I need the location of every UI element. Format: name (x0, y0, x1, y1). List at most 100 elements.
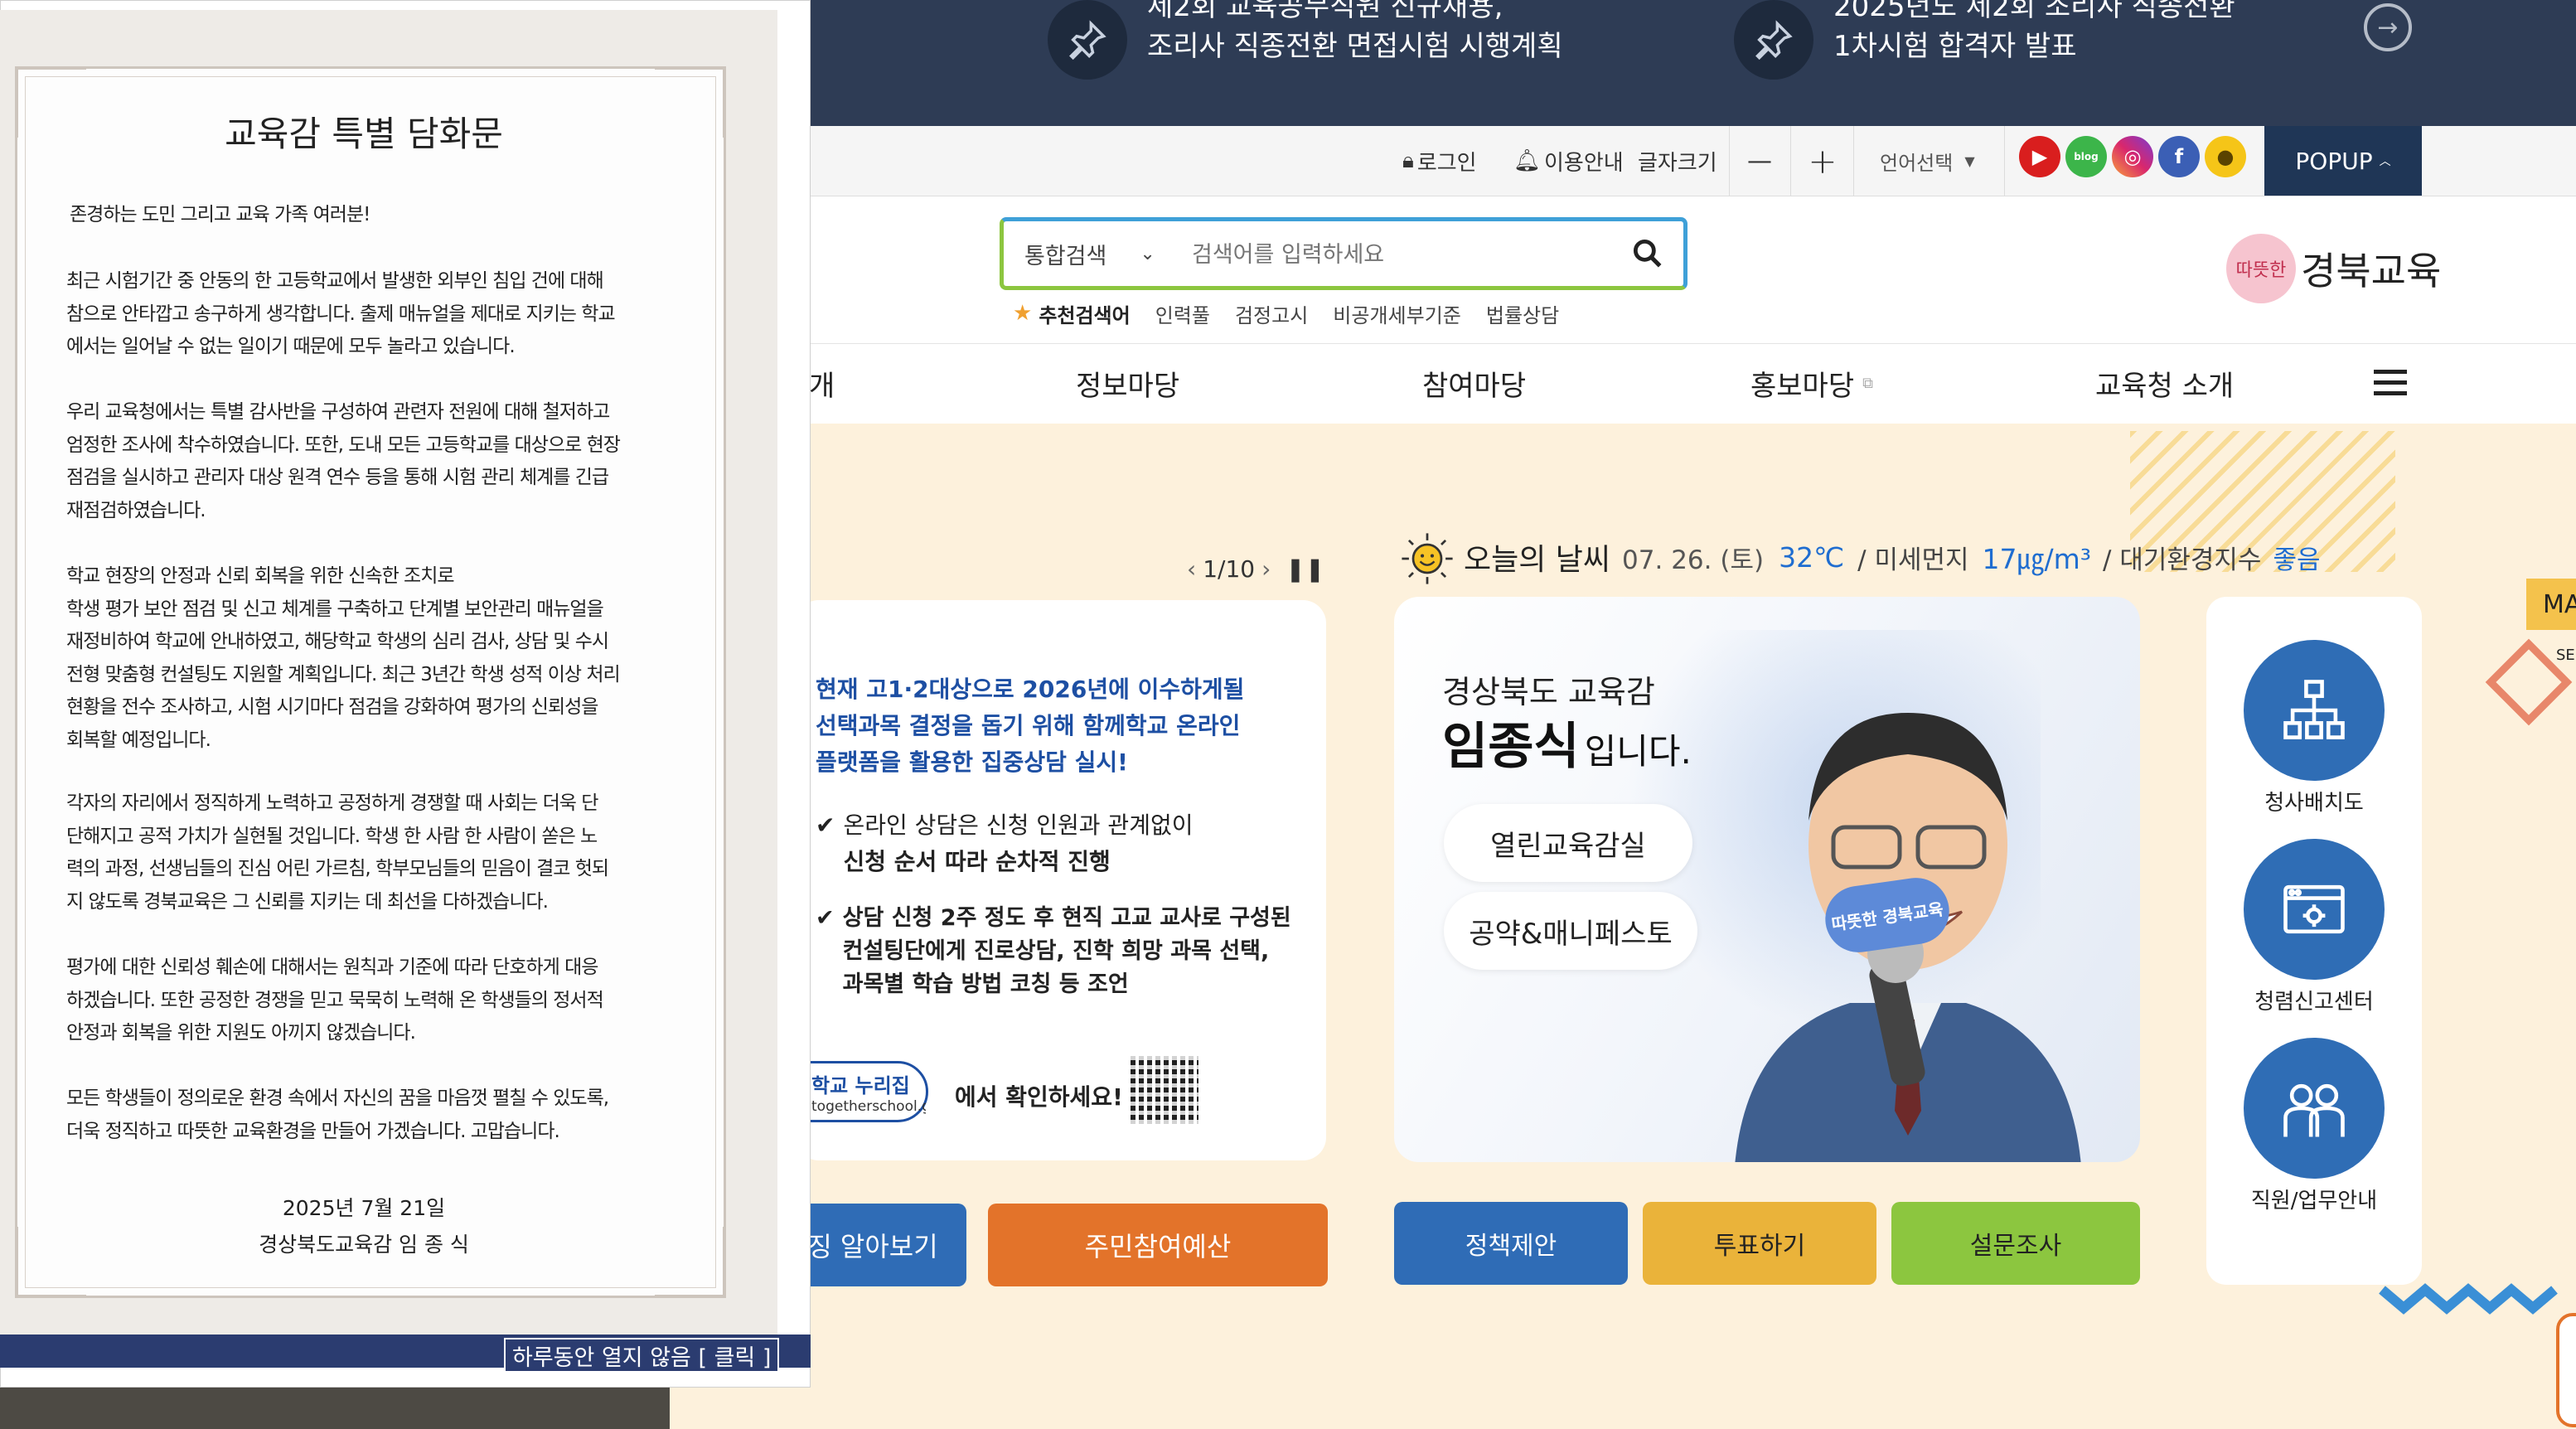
recommend-label: 추천검색어 (1039, 303, 1131, 327)
login-label: 로그인 (1416, 150, 1477, 176)
keyword-link[interactable]: 법률상담 (1486, 299, 1559, 328)
nav-item-cut[interactable]: 개 (809, 343, 835, 423)
chevron-up-icon: ︿ (2379, 155, 2391, 168)
search-icon[interactable] (1629, 235, 1666, 272)
popup-date: 2025년 7월 21일 (282, 1196, 446, 1220)
org-chart-icon[interactable] (2244, 640, 2385, 781)
pin-icon (1734, 0, 1813, 80)
pause-icon[interactable]: ❚❚ (1286, 555, 1324, 583)
divider (2004, 126, 2005, 196)
keyword-link[interactable]: 비공개세부기준 (1333, 299, 1461, 328)
check-icon: ✔ (816, 811, 835, 839)
search-input[interactable] (1190, 234, 1608, 275)
slide-line-1: 현재 고1·2대상으로 2026년에 이수하게될 (816, 676, 1245, 703)
notice-item-1[interactable]: 제2회 교육공무직원 신규채용, 조리사 직종전환 면접시험 시행계획 (1048, 0, 1563, 80)
bell-icon: 🔔︎ (1513, 148, 1542, 173)
font-increase-button[interactable]: + (1804, 126, 1842, 196)
popup-paragraph-5: 평가에 대한 신뢰성 훼손에 대해서는 원칙과 기준에 따라 단호하게 대응 하… (66, 957, 604, 1044)
confirm-text: 에서 확인하세요! (955, 1083, 1123, 1111)
vote-button[interactable]: 투표하기 (1643, 1202, 1876, 1285)
youtube-icon[interactable]: ▶ (2019, 136, 2060, 177)
popup-paragraph-4: 각자의 자리에서 정직하게 노력하고 공정하게 경쟁할 때 사회는 더욱 단 단… (66, 792, 609, 913)
instagram-icon[interactable]: ◎ (2112, 136, 2153, 177)
divider (1853, 126, 1854, 196)
report-window-icon[interactable] (2244, 839, 2385, 980)
quick-label-staff[interactable]: 직원/업무안내 (2206, 1184, 2422, 1214)
air-label: / 대기환경지수 (2103, 545, 2262, 575)
slide-line-2: 선택과목 결정을 돕기 위해 함께학교 온라인 (816, 712, 1241, 739)
guide-label: 이용안내 (1544, 150, 1624, 176)
site-logo[interactable]: 따뜻한 경북교육 (2226, 234, 2441, 303)
pin-icon (1048, 0, 1127, 80)
nurijib-url: togetherschool.go.kr (811, 1097, 926, 1115)
popup-paragraph-2: 우리 교육청에서는 특별 감사반을 구성하여 관련자 전원에 대해 철저하고 엄… (66, 401, 621, 521)
notice-1-line1: 제2회 교육공무직원 신규채용, (1147, 0, 1503, 23)
slider-controls: ‹ 1/10 › ❚❚ (1187, 550, 1324, 587)
nav-item-promotion-label: 홍보마당 (1750, 369, 1855, 403)
recommended-keywords: ★ 추천검색어 인력풀 검정고시 비공개세부기준 법률상담 (1013, 297, 1559, 330)
qr-code-icon (1131, 1056, 1198, 1124)
survey-button[interactable]: 설문조사 (1891, 1202, 2140, 1285)
divider (1790, 126, 1791, 196)
bullet-2-line-2: 컨설팅단에게 진로상담, 진학 희망 과목 선택, (842, 938, 1270, 964)
nurijib-label: 학교 누리집 (811, 1073, 910, 1097)
superintendent-card: 경상북도 교육감 임종식 입니다. 열린교육감실 공약&매니페스토 따뜻한 경북… (1394, 597, 2140, 1162)
language-label: 언어선택 (1880, 151, 1954, 175)
quick-label-building[interactable]: 청사배치도 (2206, 786, 2422, 816)
decorative-frame (2556, 1313, 2576, 1427)
chevron-down-icon: ⌄ (1140, 243, 1155, 264)
popup-paragraph-3: 학교 현장의 안정과 신뢰 회복을 위한 신속한 조치로 학생 평가 보안 점검… (66, 565, 621, 751)
bullet-2-line-1: 상담 신청 2주 정도 후 현직 고교 교사로 구성된 (842, 905, 1291, 931)
quick-links-panel: 청사배치도 청렴신고센터 직원/업무안내 (2206, 597, 2422, 1285)
open-office-button[interactable]: 열린교육감실 (1444, 804, 1692, 882)
superintendent-title: 경상북도 교육감 (1442, 674, 1655, 710)
notice-item-2[interactable]: 2025년도 제2회 조리사 직종전환 1차시험 합격자 발표 (1734, 0, 2235, 80)
weather-info: 오늘의 날씨 07. 26. (토) 32℃ / 미세먼지 17㎍/m³ / 대… (1464, 534, 2320, 580)
promo-slide-card[interactable]: 현재 고1·2대상으로 2026년에 이수하게될 선택과목 결정을 돕기 위해 … (796, 600, 1326, 1160)
nav-item-info[interactable]: 정보마당 (1076, 343, 1179, 423)
search-category-select[interactable]: 통합검색 ⌄ (1024, 234, 1155, 274)
slider-counter: 1/10 (1203, 555, 1256, 583)
notice-1-line2: 조리사 직종전환 면접시험 시행계획 (1147, 30, 1563, 63)
logo-seal: 따뜻한 (2226, 234, 2296, 303)
caret-down-icon: ▼ (1964, 153, 1975, 169)
login-link[interactable]: 🔒︎ 로그인 (1402, 126, 1477, 196)
star-icon: ★ (1013, 301, 1033, 326)
side-text: SE (2556, 647, 2575, 664)
weather-label: 오늘의 날씨 (1464, 543, 1611, 577)
check-icon: ✔ (816, 905, 835, 931)
quick-label-integrity[interactable]: 청렴신고센터 (2206, 985, 2422, 1015)
next-icon[interactable]: › (1261, 555, 1271, 583)
citizen-budget-button[interactable]: 주민참여예산 (988, 1204, 1328, 1286)
facebook-icon[interactable]: f (2158, 136, 2200, 177)
keyword-link[interactable]: 인력풀 (1155, 299, 1210, 328)
divider (1729, 126, 1730, 196)
kakao-icon[interactable]: ● (2205, 136, 2246, 177)
sun-icon (1399, 530, 1455, 587)
bullet-1-line-1: 온라인 상담은 신청 인원과 관계없이 (843, 811, 1194, 839)
nav-item-about[interactable]: 교육청 소개 (2095, 343, 2234, 423)
popup-toggle-button[interactable]: POPUP ︿ (2264, 126, 2422, 196)
language-select[interactable]: 언어선택 ▼ (1880, 126, 1975, 196)
nav-item-promotion[interactable]: 홍보마당 ⧉ (1750, 343, 1873, 423)
superintendent-suffix: 입니다. (1584, 731, 1692, 772)
manifesto-button[interactable]: 공약&매니페스토 (1444, 892, 1697, 970)
prev-icon[interactable]: ‹ (1187, 555, 1196, 583)
popup-greeting: 존경하는 도민 그리고 교육 가족 여러분! (70, 204, 370, 225)
close-for-day-button[interactable]: 하루동안 열지 않음 [ 클릭 ] (504, 1338, 780, 1373)
policy-proposal-button[interactable]: 정책제안 (1394, 1202, 1628, 1285)
logo-name: 경북교육 (2301, 249, 2442, 293)
guide-link[interactable]: 🔔︎ 이용안내 (1513, 126, 1624, 196)
decorative-zigzag (2379, 1281, 2566, 1315)
font-decrease-button[interactable]: — (1741, 126, 1779, 196)
staff-icon[interactable] (2244, 1038, 2385, 1179)
arrow-right-circle-icon[interactable]: → (2364, 3, 2412, 51)
hamburger-menu-icon[interactable] (2374, 370, 2407, 398)
keyword-link[interactable]: 검정고시 (1235, 299, 1308, 328)
notice-2-line1: 2025년도 제2회 조리사 직종전환 (1833, 0, 2235, 23)
nav-item-participation[interactable]: 참여마당 (1422, 343, 1526, 423)
side-tab[interactable]: MA (2526, 579, 2576, 630)
dust-value: 17㎍/m³ (1982, 543, 2092, 575)
blog-icon[interactable]: blog (2065, 136, 2107, 177)
slide-line-3: 플랫폼을 활용한 집중상담 실시! (816, 748, 1128, 776)
